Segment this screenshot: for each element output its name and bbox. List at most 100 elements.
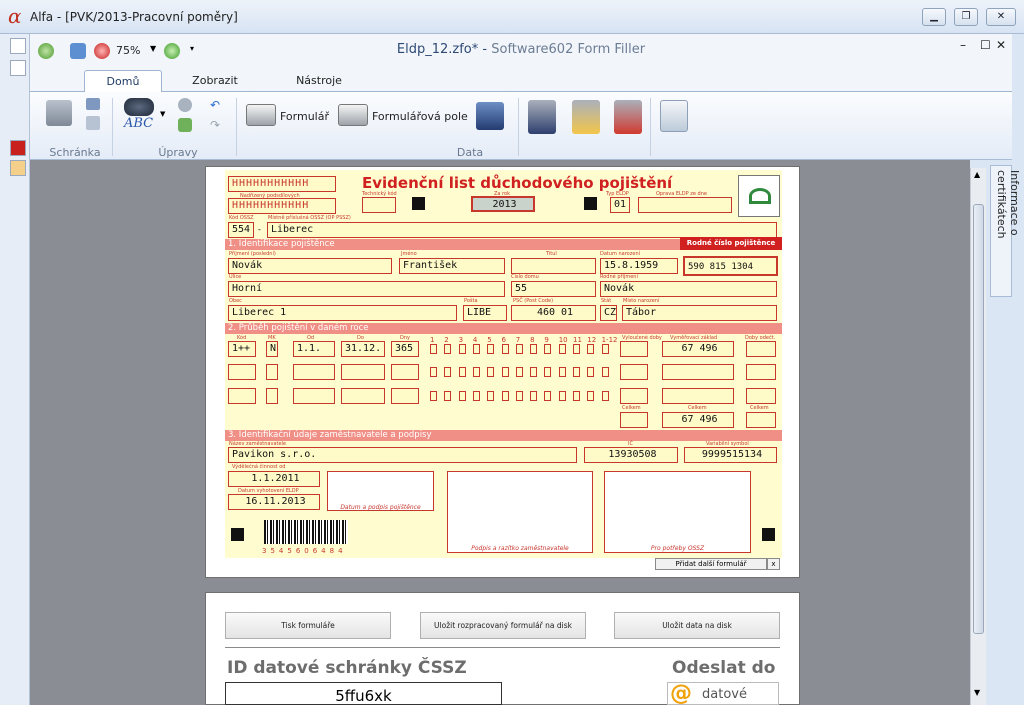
total-excluded-field[interactable] — [620, 412, 648, 428]
panel-icon[interactable] — [10, 140, 26, 156]
code-field[interactable] — [228, 388, 256, 404]
month-checkbox[interactable] — [444, 391, 452, 401]
month-checkbox[interactable] — [558, 391, 566, 401]
paste-icon[interactable] — [46, 100, 72, 126]
month-checkbox[interactable] — [587, 344, 595, 354]
from-field[interactable]: 1.1. — [293, 341, 335, 357]
save-draft-button[interactable]: Uložit rozpracovaný formulář na disk — [420, 612, 586, 639]
title-field[interactable] — [511, 258, 596, 274]
month-checkbox[interactable] — [530, 344, 538, 354]
month-checkbox[interactable] — [573, 367, 580, 377]
month-checkbox[interactable] — [530, 391, 538, 401]
birthplace-field[interactable]: Tábor — [622, 305, 777, 321]
year-field[interactable]: 2013 — [471, 196, 535, 212]
first-name-field[interactable]: František — [399, 258, 505, 274]
month-checkbox[interactable] — [430, 367, 437, 377]
mk-field[interactable]: N — [266, 341, 278, 357]
month-checkbox[interactable] — [601, 344, 609, 354]
printer-icon[interactable] — [246, 104, 276, 126]
month-checkbox[interactable] — [601, 367, 609, 377]
databox-logo[interactable]: @ datové — [667, 682, 779, 705]
birth-date-field[interactable]: 15.8.1959 — [600, 258, 678, 274]
code-field[interactable]: 1++ — [228, 341, 256, 357]
surname-field[interactable]: Novák — [228, 258, 392, 274]
month-checkbox[interactable] — [472, 344, 480, 354]
print-form-button[interactable]: Formulář — [280, 110, 329, 123]
month-checkbox[interactable] — [587, 367, 595, 377]
chevron-down-icon[interactable]: ▼ — [160, 110, 165, 118]
remove-form-button[interactable]: x — [767, 558, 780, 570]
mk-field[interactable] — [266, 364, 278, 380]
panel-icon[interactable] — [10, 60, 26, 76]
databox-id-value[interactable]: 5ffu6xk — [225, 682, 502, 705]
month-checkbox[interactable] — [587, 391, 595, 401]
house-number-field[interactable]: 55 — [511, 281, 596, 297]
month-checkbox[interactable] — [601, 391, 609, 401]
scroll-down-icon[interactable]: ▼ — [974, 688, 980, 697]
ossz-code-field[interactable]: 554 — [228, 222, 254, 238]
restore-button[interactable]: ❐ — [954, 8, 978, 26]
minimize-button[interactable]: – — [960, 38, 966, 52]
tab-domu[interactable]: Domů — [84, 70, 162, 93]
mk-field[interactable] — [266, 388, 278, 404]
panel-icon[interactable] — [10, 38, 26, 54]
technical-code-field[interactable] — [362, 197, 396, 213]
month-checkbox[interactable] — [501, 391, 509, 401]
scroll-up-icon[interactable]: ▲ — [974, 170, 980, 179]
scroll-thumb[interactable] — [973, 204, 984, 634]
print-fields-button[interactable]: Formulářová pole — [372, 110, 468, 123]
days-field[interactable] — [391, 364, 419, 380]
month-checkbox[interactable] — [487, 344, 495, 354]
month-checkbox[interactable] — [501, 367, 509, 377]
post-field[interactable]: LIBE — [463, 305, 507, 321]
deduct-field[interactable] — [746, 388, 776, 404]
month-checkbox[interactable] — [458, 367, 466, 377]
from-field[interactable] — [293, 388, 335, 404]
total-base-field[interactable]: 67 496 — [662, 412, 734, 428]
issue-date-field[interactable]: 16.11.2013 — [228, 494, 320, 510]
base-field[interactable] — [662, 388, 734, 404]
month-checkbox[interactable] — [458, 391, 466, 401]
from-field[interactable] — [293, 364, 335, 380]
ossz-name-field[interactable]: Liberec — [267, 222, 777, 238]
month-checkbox[interactable] — [544, 344, 552, 354]
to-field[interactable] — [341, 364, 385, 380]
to-field[interactable]: 31.12. — [341, 341, 385, 357]
month-checkbox[interactable] — [430, 344, 437, 354]
close-button[interactable]: ✕ — [996, 38, 1006, 52]
tab-zobrazit[interactable]: Zobrazit — [176, 70, 254, 93]
redo-icon[interactable]: ↷ — [210, 118, 224, 132]
vertical-scrollbar[interactable]: ▲ ▼ — [970, 168, 986, 705]
printer-icon[interactable] — [338, 104, 368, 126]
add-form-button[interactable]: Přidat další formulář — [655, 558, 767, 570]
copy-icon[interactable] — [86, 116, 100, 130]
month-checkbox[interactable] — [472, 367, 480, 377]
base-field[interactable] — [662, 364, 734, 380]
to-field[interactable] — [341, 388, 385, 404]
hh-field-2[interactable]: HHHHHHHHHHH — [228, 198, 336, 214]
hh-field-1[interactable]: HHHHHHHHHHH — [228, 176, 336, 192]
replace-icon[interactable] — [178, 98, 192, 112]
month-checkbox[interactable] — [444, 344, 452, 354]
country-field[interactable]: CZ — [600, 305, 617, 321]
save-as-icon[interactable] — [476, 102, 504, 130]
month-checkbox[interactable] — [458, 344, 466, 354]
month-checkbox[interactable] — [515, 391, 523, 401]
month-checkbox[interactable] — [487, 391, 495, 401]
month-checkbox[interactable] — [515, 367, 523, 377]
ic-field[interactable]: 13930508 — [584, 447, 678, 463]
excluded-field[interactable] — [620, 388, 648, 404]
undo-icon[interactable]: ↶ — [210, 98, 224, 112]
tab-nastroje[interactable]: Nástroje — [280, 70, 358, 93]
birth-surname-field[interactable]: Novák — [600, 281, 777, 297]
street-field[interactable]: Horní — [228, 281, 505, 297]
month-checkbox[interactable] — [472, 391, 480, 401]
month-checkbox[interactable] — [558, 344, 566, 354]
excluded-field[interactable] — [620, 364, 648, 380]
select-icon[interactable] — [178, 118, 192, 132]
cut-icon[interactable] — [86, 98, 100, 110]
month-checkbox[interactable] — [430, 391, 437, 401]
variable-symbol-field[interactable]: 9999515134 — [684, 447, 777, 463]
correction-date-field[interactable] — [638, 197, 732, 213]
save-data-button[interactable]: Uložit data na disk — [614, 612, 780, 639]
